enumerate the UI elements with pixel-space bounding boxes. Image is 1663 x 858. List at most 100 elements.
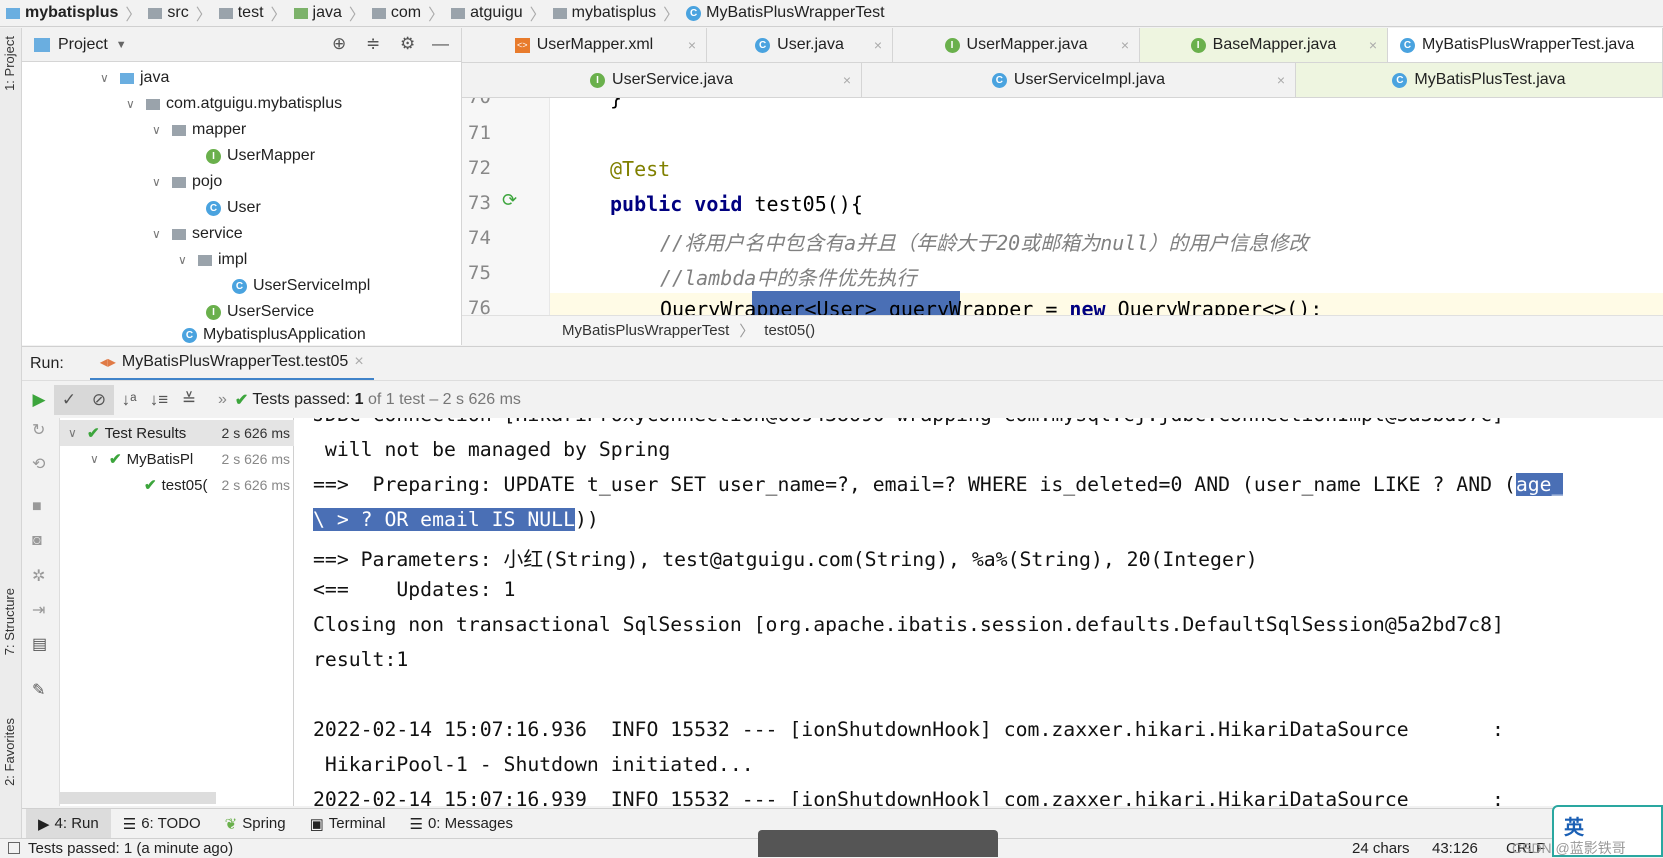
run-test-icon[interactable]: ⟳ — [502, 190, 517, 211]
terminal-tool-tab[interactable]: ▣ Terminal — [298, 809, 398, 839]
spring-leaf-icon: ❦ — [224, 815, 238, 833]
tree-item-impl[interactable]: ∨ impl — [178, 248, 247, 272]
check-icon: ✔ — [109, 451, 122, 468]
test-results-root[interactable]: ∨ ✔ Test Results 2 s 626 ms — [60, 420, 294, 446]
locate-icon[interactable]: ⊕ — [332, 34, 346, 54]
tab-usermapper-xml[interactable]: <> UserMapper.xml × — [462, 28, 707, 62]
toggle-auto-test-icon[interactable]: ⟲ — [32, 454, 45, 474]
hide-icon[interactable]: — — [432, 34, 449, 54]
tab-userservice-java[interactable]: I UserService.java × — [462, 63, 862, 97]
project-panel: Project ▼ ⊕ ≑ ⚙ — ∨ java ∨ com.atguigu.myba… — [22, 28, 462, 345]
close-icon[interactable]: × — [1121, 37, 1129, 53]
video-controls-overlay — [758, 830, 998, 857]
project-view-selector[interactable]: Project — [58, 36, 108, 54]
rerun-icon[interactable]: ▶ — [24, 385, 54, 415]
chevron-down-icon[interactable]: ▼ — [116, 39, 127, 51]
sort-duration-icon[interactable]: ↓≡ — [144, 385, 174, 415]
left-tool-stripe: 1: Project 7: Structure 2: Favorites — [0, 28, 22, 838]
crumb-mybatisplus[interactable]: mybatisplus — [552, 4, 656, 22]
selection-chars: 24 chars — [1352, 839, 1410, 857]
crumb-java[interactable]: java — [293, 4, 342, 22]
todo-tool-tab[interactable]: ☰ 6: TODO — [111, 809, 213, 839]
interface-icon: I — [590, 72, 606, 88]
test-method-node[interactable]: ✔ test05(2 s 626 ms — [144, 472, 294, 498]
pin-icon[interactable]: ✎ — [32, 680, 45, 700]
run-tab[interactable]: ◂▸ MyBatisPlusWrapperTest.test05 × — [89, 347, 374, 381]
tab-wrappertest-java[interactable]: C MyBatisPlusWrapperTest.java — [1388, 28, 1663, 62]
editor-tabs-row-2: I UserService.java × C UserServiceImpl.java… — [462, 63, 1663, 98]
expand-all-icon[interactable]: ≚ — [174, 385, 204, 415]
package-icon — [371, 7, 386, 19]
tree-item-mapper[interactable]: ∨ mapper — [152, 118, 246, 142]
list-icon: ☰ — [122, 815, 137, 833]
editor-breadcrumb: MyBatisPlusWrapperTest 〉 test05() — [462, 315, 1663, 345]
spring-tool-tab[interactable]: ❦ Spring — [213, 809, 298, 839]
tree-item-userservice[interactable]: I UserService — [206, 300, 314, 324]
test-folder-icon — [293, 7, 308, 19]
crumb-com[interactable]: com — [371, 4, 421, 22]
close-icon[interactable]: × — [354, 353, 363, 371]
class-icon: C — [686, 5, 702, 21]
sort-alpha-icon[interactable]: ↓ᵃ — [114, 385, 144, 415]
test-class-node[interactable]: ∨ ✔ MyBatisPl 2 s 626 ms — [90, 446, 294, 472]
console-output[interactable]: JDBC Connection [HikariProxyConnection@6… — [294, 418, 1663, 806]
class-icon: C — [1392, 72, 1408, 88]
close-icon[interactable]: × — [874, 37, 882, 53]
tree-item-java[interactable]: ∨ java — [100, 66, 169, 90]
editor-gutter: 70 71 72 73 74 75 76 ⟳ — [462, 98, 550, 315]
tree-item-service[interactable]: ∨ service — [152, 222, 243, 246]
check-icon: ✔ — [87, 425, 100, 442]
cursor-position[interactable]: 43:126 — [1432, 840, 1478, 857]
test-results-tree: ∨ ✔ Test Results 2 s 626 ms ∨ ✔ MyBatisPl 2 s … — [60, 418, 294, 806]
tree-item-user[interactable]: C User — [206, 196, 261, 220]
close-icon[interactable]: × — [1277, 72, 1285, 88]
check-icon: ✔ — [234, 391, 249, 409]
crumb-class[interactable]: C MyBatisPlusWrapperTest — [686, 4, 885, 22]
crumb-method[interactable]: test05() — [764, 322, 815, 339]
tab-user-java[interactable]: C User.java × — [707, 28, 893, 62]
export-icon[interactable]: ⇥ — [32, 600, 45, 620]
close-icon[interactable]: × — [843, 72, 851, 88]
horizontal-scrollbar[interactable] — [60, 792, 216, 804]
collapse-all-icon[interactable]: ≑ — [366, 34, 380, 54]
close-icon[interactable]: × — [1369, 37, 1377, 53]
settings-icon[interactable]: ✲ — [32, 566, 45, 586]
code-editor[interactable]: 70 71 72 73 74 75 76 ⟳ } @Test public vo… — [462, 98, 1663, 315]
show-ignored-icon[interactable]: ⊘ — [84, 384, 114, 415]
project-tool-button[interactable]: 1: Project — [2, 36, 17, 91]
crumb-class[interactable]: MyBatisPlusWrapperTest — [562, 322, 729, 339]
tab-userserviceimpl-java[interactable]: C UserServiceImpl.java × — [862, 63, 1296, 97]
crumb-project[interactable]: mybatisplus — [6, 4, 118, 22]
more-icon[interactable]: » — [218, 391, 227, 409]
show-passed-icon[interactable]: ✓ — [54, 384, 84, 415]
tree-item-package[interactable]: ∨ com.atguigu.mybatisplus — [126, 92, 342, 116]
tree-item-application[interactable]: C MybatisplusApplication — [182, 326, 366, 344]
tab-basemapper-java[interactable]: I BaseMapper.java × — [1140, 28, 1388, 62]
messages-tool-tab[interactable]: ☰ 0: Messages — [397, 809, 525, 839]
favorites-tool-button[interactable]: 2: Favorites — [2, 718, 17, 786]
layout-icon[interactable]: ▤ — [32, 634, 47, 654]
source-folder-icon — [120, 72, 134, 84]
crumb-src[interactable]: src — [148, 4, 189, 22]
crumb-atguigu[interactable]: atguigu — [451, 4, 523, 22]
messages-icon: ☰ — [409, 815, 423, 833]
project-view-icon — [34, 37, 50, 52]
rerun-failed-icon[interactable]: ↻ — [32, 420, 45, 440]
gear-icon[interactable]: ⚙ — [400, 34, 415, 54]
close-icon[interactable]: × — [688, 37, 696, 53]
stop-icon[interactable]: ■ — [32, 498, 42, 516]
tab-mybatisplustest-java[interactable]: C MyBatisPlusTest.java — [1296, 63, 1663, 97]
crumb-test[interactable]: test — [218, 4, 264, 22]
screenshot-icon[interactable]: ◙ — [32, 532, 42, 550]
tree-item-usermapper[interactable]: I UserMapper — [206, 144, 315, 168]
toggle-panels-icon[interactable] — [8, 842, 20, 854]
status-message: Tests passed: 1 (a minute ago) — [28, 839, 234, 857]
tree-item-userserviceimpl[interactable]: C UserServiceImpl — [232, 274, 370, 298]
run-tool-tab[interactable]: ▶ 4: Run — [26, 808, 111, 839]
package-icon — [146, 98, 160, 110]
terminal-icon: ▣ — [309, 815, 324, 833]
structure-tool-button[interactable]: 7: Structure — [2, 588, 17, 655]
tree-item-pojo[interactable]: ∨ pojo — [152, 170, 222, 194]
check-icon: ✔ — [144, 477, 157, 494]
tab-usermapper-java[interactable]: I UserMapper.java × — [893, 28, 1140, 62]
